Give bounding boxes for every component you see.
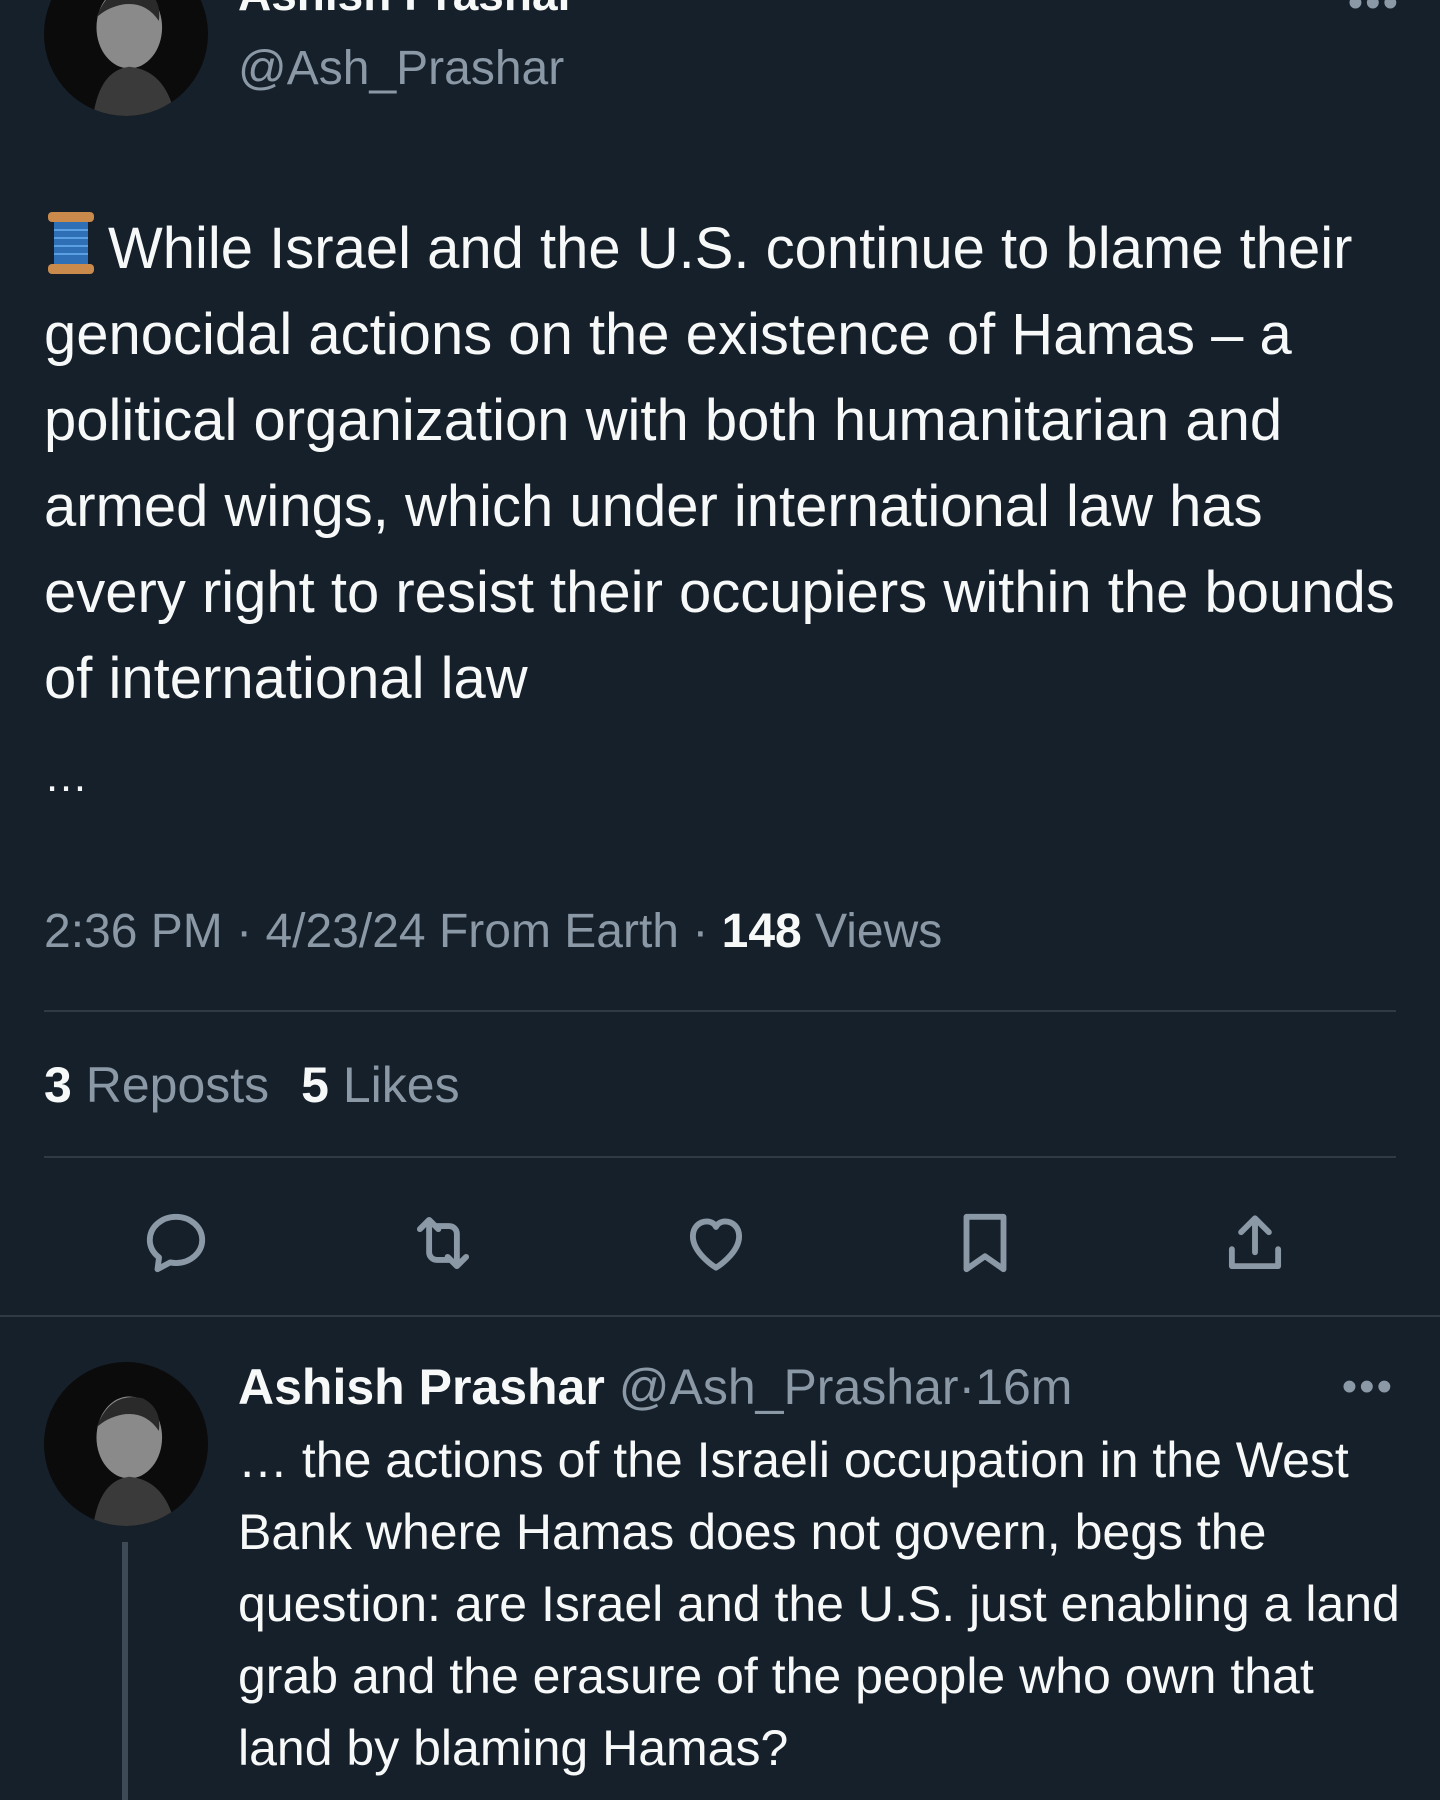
reply-separator: · <box>958 1359 976 1415</box>
avatar-portrait-icon <box>44 1362 208 1526</box>
thread-connector-line <box>122 1542 128 1800</box>
reply-icon <box>146 1213 206 1273</box>
likes-count: 5 <box>301 1057 329 1113</box>
tweet-date[interactable]: 4/23/24 <box>265 905 425 958</box>
divider <box>44 1010 1396 1012</box>
heart-icon <box>689 1218 743 1271</box>
reply-time[interactable]: 16m <box>975 1359 1072 1415</box>
reply-text: … the actions of the Israeli occupation … <box>238 1432 1400 1776</box>
author-handle[interactable]: @Ash_Prashar <box>238 40 564 98</box>
reply-author-avatar[interactable] <box>44 1362 208 1526</box>
reply-more-options-button[interactable]: ••• <box>1342 1362 1394 1412</box>
tweet-source: From Earth <box>438 905 679 958</box>
engagement-stats: 3 Reposts 5 Likes <box>44 1054 460 1116</box>
more-options-button[interactable]: ••• <box>1348 0 1400 28</box>
spool-of-thread-icon <box>44 208 98 278</box>
reposts-count: 3 <box>44 1057 72 1113</box>
repost-button[interactable] <box>406 1206 480 1280</box>
divider <box>44 1156 1396 1158</box>
tweet-text: While Israel and the U.S. continue to bl… <box>44 206 1414 722</box>
reply-author-name[interactable]: Ashish Prashar <box>238 1359 605 1415</box>
tweet-meta: 2:36 PM · 4/23/24 From Earth · 148 Views <box>44 902 942 962</box>
divider <box>0 1315 1440 1317</box>
reply-header: Ashish Prashar @Ash_Prashar·16m <box>238 1356 1072 1418</box>
continuation-ellipsis: … <box>44 752 90 801</box>
meta-separator: · <box>692 905 709 958</box>
author-name[interactable]: Ashish Prashar <box>238 0 575 22</box>
share-button[interactable] <box>1218 1206 1292 1280</box>
views-label: Views <box>815 905 943 958</box>
likes-link[interactable]: 5 Likes <box>301 1057 459 1113</box>
likes-label: Likes <box>342 1057 460 1113</box>
reposts-link[interactable]: 3 Reposts <box>44 1057 269 1113</box>
tweet-body: While Israel and the U.S. continue to bl… <box>44 216 1395 711</box>
repost-icon <box>416 1216 470 1270</box>
bookmark-button[interactable] <box>948 1206 1022 1280</box>
like-button[interactable] <box>679 1206 753 1280</box>
reply-author-handle[interactable]: @Ash_Prashar <box>619 1359 959 1415</box>
share-icon <box>1228 1215 1282 1270</box>
meta-separator: · <box>236 905 253 958</box>
reply-button[interactable] <box>139 1206 213 1280</box>
tweet-time[interactable]: 2:36 PM <box>44 905 223 958</box>
views-count: 148 <box>721 905 802 958</box>
avatar-portrait-icon <box>44 0 208 116</box>
author-avatar[interactable] <box>44 0 208 116</box>
bookmark-icon <box>963 1213 1007 1273</box>
reposts-label: Reposts <box>85 1057 270 1113</box>
